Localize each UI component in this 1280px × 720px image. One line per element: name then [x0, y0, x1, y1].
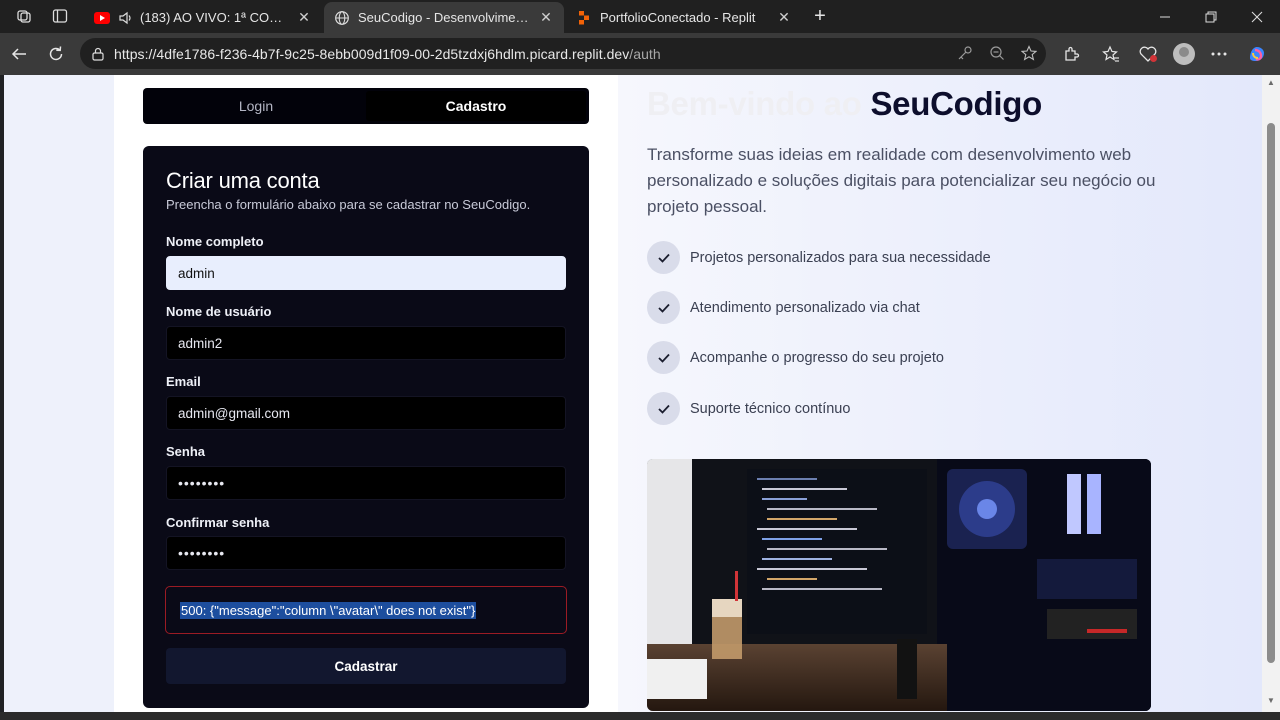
- close-tab-icon[interactable]: ✕: [776, 9, 792, 26]
- tab-title: (183) AO VIVO: 1ª CONVOCAÇÃO: [140, 10, 288, 25]
- site-info-icon[interactable]: [90, 46, 106, 62]
- check-icon: [647, 392, 680, 425]
- close-tab-icon[interactable]: ✕: [296, 9, 312, 26]
- refresh-icon[interactable]: [45, 43, 67, 65]
- new-tab-button[interactable]: +: [808, 5, 832, 29]
- minimize-icon[interactable]: [1142, 0, 1188, 33]
- register-button[interactable]: Cadastrar: [166, 648, 566, 684]
- feature-text: Atendimento personalizado via chat: [690, 299, 920, 316]
- feature-text: Acompanhe o progresso do seu projeto: [690, 349, 944, 366]
- workspaces-icon[interactable]: [16, 8, 32, 24]
- check-icon: [647, 291, 680, 324]
- tab-title: PortfolioConectado - Replit: [600, 10, 756, 25]
- youtube-icon: [94, 10, 110, 26]
- card-subtitle: Preencha o formulário abaixo para se cad…: [166, 197, 531, 212]
- favorite-star-icon[interactable]: [1020, 44, 1038, 62]
- zoom-icon[interactable]: [988, 44, 1006, 62]
- page-viewport: Login Cadastro Criar uma conta Preencha …: [4, 75, 1262, 712]
- browser-essentials-icon[interactable]: [1137, 43, 1159, 65]
- confirm-password-label: Confirmar senha: [166, 515, 270, 530]
- card-title: Criar uma conta: [166, 168, 320, 193]
- email-input[interactable]: admin@gmail.com: [166, 396, 566, 430]
- feature-item: Suporte técnico contínuo: [647, 392, 850, 425]
- copilot-icon[interactable]: [1246, 43, 1268, 65]
- tab-youtube[interactable]: (183) AO VIVO: 1ª CONVOCAÇÃO ✕: [84, 2, 322, 33]
- password-label: Senha: [166, 444, 206, 459]
- auth-panel: Login Cadastro Criar uma conta Preencha …: [114, 75, 618, 712]
- error-message: 500: {"message":"column \"avatar\" does …: [180, 601, 477, 619]
- vertical-tabs-icon[interactable]: [52, 8, 68, 24]
- favorites-icon[interactable]: [1100, 43, 1122, 65]
- confirm-password-input[interactable]: ••••••••: [166, 536, 566, 570]
- check-icon: [647, 241, 680, 274]
- address-bar[interactable]: https://4dfe1786-f236-4b7f-9c25-8ebb009d…: [80, 38, 1046, 69]
- register-card: Criar uma conta Preencha o formulário ab…: [143, 146, 589, 708]
- tab-replit[interactable]: PortfolioConectado - Replit ✕: [566, 2, 802, 33]
- feature-text: Suporte técnico contínuo: [690, 400, 851, 417]
- back-arrow-icon[interactable]: [8, 43, 30, 65]
- tab-register[interactable]: Cadastro: [366, 91, 586, 121]
- url-path: /auth: [629, 45, 661, 62]
- replit-icon: [576, 10, 592, 26]
- page-scrollbar[interactable]: ▲ ▼: [1262, 75, 1280, 712]
- key-icon[interactable]: [956, 44, 974, 62]
- check-icon: [647, 341, 680, 374]
- close-tab-icon[interactable]: ✕: [538, 9, 554, 26]
- feature-item: Projetos personalizados para sua necessi…: [647, 241, 991, 274]
- hero-panel: Bem-vindo ao SeuCodigo Transforme suas i…: [618, 75, 1262, 712]
- hero-image: [647, 459, 1151, 711]
- scrollbar-thumb[interactable]: [1267, 123, 1275, 663]
- globe-icon: [334, 10, 350, 26]
- browser-toolbar: https://4dfe1786-f236-4b7f-9c25-8ebb009d…: [0, 33, 1280, 75]
- username-input[interactable]: admin2: [166, 326, 566, 360]
- scroll-down-icon[interactable]: ▼: [1267, 697, 1275, 705]
- tab-title: SeuCodigo - Desenvolvimento Web: [358, 10, 530, 25]
- more-options-icon[interactable]: [1208, 43, 1230, 65]
- hero-description: Transforme suas ideias em realidade com …: [647, 145, 1156, 216]
- error-alert: 500: {"message":"column \"avatar\" does …: [165, 586, 567, 634]
- hero-title-brand: SeuCodigo: [870, 85, 1042, 122]
- extensions-icon[interactable]: [1060, 43, 1082, 65]
- hero-title: Bem-vindo ao SeuCodigo: [647, 85, 1042, 123]
- feature-item: Acompanhe o progresso do seu projeto: [647, 341, 944, 374]
- browser-tabstrip: (183) AO VIVO: 1ª CONVOCAÇÃO ✕ SeuCodigo…: [0, 0, 1280, 33]
- speaker-icon[interactable]: [118, 10, 134, 26]
- scroll-up-icon[interactable]: ▲: [1267, 79, 1275, 87]
- feature-text: Projetos personalizados para sua necessi…: [690, 249, 991, 266]
- username-label: Nome de usuário: [166, 304, 272, 319]
- restore-icon[interactable]: [1188, 0, 1234, 33]
- full-name-input[interactable]: admin: [166, 256, 566, 290]
- tab-seucodigo[interactable]: SeuCodigo - Desenvolvimento Web ✕: [324, 2, 564, 33]
- url-text: https://4dfe1786-f236-4b7f-9c25-8ebb009d…: [114, 46, 661, 62]
- url-host: https://4dfe1786-f236-4b7f-9c25-8ebb009d…: [114, 45, 630, 62]
- bottom-edge: [0, 712, 1280, 720]
- email-label: Email: [166, 374, 201, 389]
- auth-tabs: Login Cadastro: [143, 88, 589, 124]
- password-input[interactable]: ••••••••: [166, 466, 566, 500]
- close-window-icon[interactable]: [1234, 0, 1280, 33]
- full-name-label: Nome completo: [166, 234, 264, 249]
- profile-avatar[interactable]: [1173, 43, 1195, 65]
- feature-item: Atendimento personalizado via chat: [647, 291, 920, 324]
- tab-login[interactable]: Login: [146, 91, 366, 121]
- hero-title-prefix: Bem-vindo ao: [647, 85, 871, 122]
